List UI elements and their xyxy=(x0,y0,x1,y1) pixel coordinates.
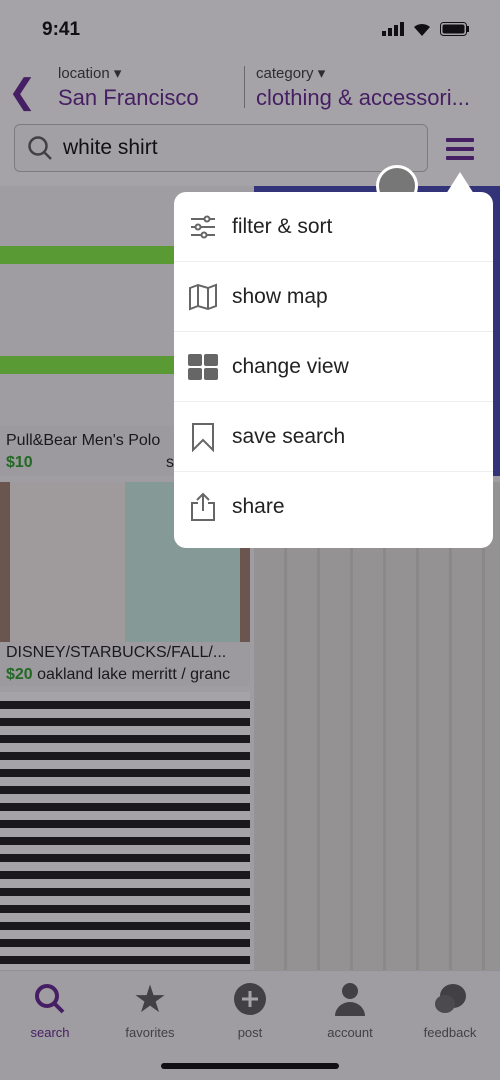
map-icon xyxy=(189,283,217,310)
sliders-icon xyxy=(191,215,215,238)
menu-item-share[interactable]: share xyxy=(174,472,493,542)
menu-item-label: change view xyxy=(232,354,349,378)
options-menu: filter & sort show map change view save … xyxy=(174,192,493,548)
menu-item-filter-sort[interactable]: filter & sort xyxy=(174,192,493,262)
menu-item-show-map[interactable]: show map xyxy=(174,262,493,332)
bookmark-icon xyxy=(192,422,214,452)
menu-item-save-search[interactable]: save search xyxy=(174,402,493,472)
menu-item-label: show map xyxy=(232,284,328,308)
menu-item-change-view[interactable]: change view xyxy=(174,332,493,402)
grid-icon xyxy=(188,353,218,380)
menu-item-label: share xyxy=(232,495,285,518)
menu-item-label: save search xyxy=(232,424,346,448)
share-icon xyxy=(191,492,215,521)
menu-item-label: filter & sort xyxy=(232,214,333,238)
popover-arrow xyxy=(446,172,474,194)
